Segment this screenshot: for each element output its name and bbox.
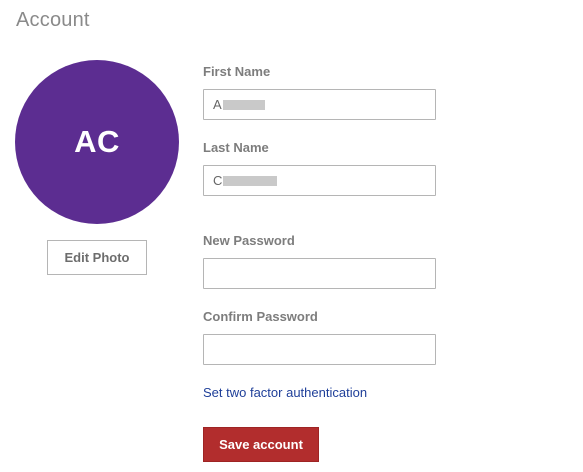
redaction-block <box>223 175 278 186</box>
save-account-button[interactable]: Save account <box>203 427 319 462</box>
avatar-initials: AC <box>74 124 120 159</box>
last-name-label: Last Name <box>203 140 269 155</box>
confirm-password-label: Confirm Password <box>203 309 318 324</box>
last-name-value: C <box>213 173 223 188</box>
edit-photo-button[interactable]: Edit Photo <box>47 240 147 275</box>
new-password-label: New Password <box>203 233 295 248</box>
first-name-label: First Name <box>203 64 271 79</box>
account-page: Account AC Edit Photo First Name A Last … <box>0 0 583 472</box>
first-name-field[interactable]: A <box>203 89 436 120</box>
avatar: AC <box>15 60 179 224</box>
last-name-field[interactable]: C <box>203 165 436 196</box>
new-password-field[interactable] <box>203 258 436 289</box>
two-factor-auth-link[interactable]: Set two factor authentication <box>203 385 367 400</box>
redaction-block <box>222 99 265 110</box>
confirm-password-field[interactable] <box>203 334 436 365</box>
first-name-value: A <box>213 97 222 112</box>
page-title: Account <box>16 9 90 31</box>
